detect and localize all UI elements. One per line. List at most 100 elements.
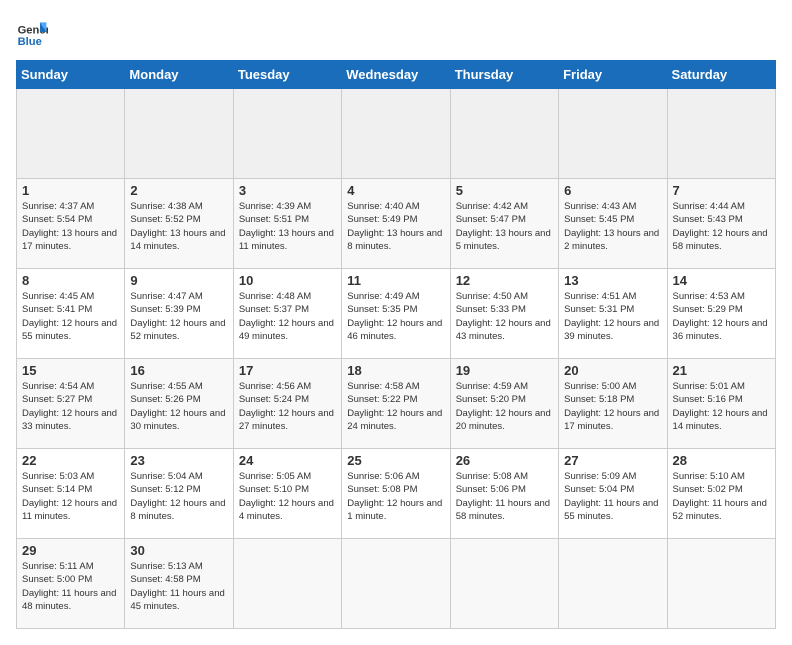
logo-icon: General Blue <box>16 16 48 48</box>
calendar-cell: 5 Sunrise: 4:42 AMSunset: 5:47 PMDaylight… <box>450 179 558 269</box>
day-info: Sunrise: 4:50 AMSunset: 5:33 PMDaylight:… <box>456 290 553 343</box>
day-of-week-friday: Friday <box>559 61 667 89</box>
calendar-cell: 10 Sunrise: 4:48 AMSunset: 5:37 PMDayligh… <box>233 269 341 359</box>
day-info: Sunrise: 5:08 AMSunset: 5:06 PMDaylight:… <box>456 470 553 523</box>
calendar-cell <box>342 539 450 629</box>
day-info: Sunrise: 4:48 AMSunset: 5:37 PMDaylight:… <box>239 290 336 343</box>
day-number: 2 <box>130 183 227 198</box>
calendar-table: SundayMondayTuesdayWednesdayThursdayFrid… <box>16 60 776 629</box>
calendar-week-5: 22Sunrise: 5:03 AMSunset: 5:14 PMDayligh… <box>17 449 776 539</box>
calendar-week-4: 15 Sunrise: 4:54 AMSunset: 5:27 PMDayligh… <box>17 359 776 449</box>
day-info: Sunrise: 4:55 AMSunset: 5:26 PMDaylight:… <box>130 380 227 433</box>
calendar-cell <box>17 89 125 179</box>
calendar-cell: 7Sunrise: 4:44 AMSunset: 5:43 PMDaylight… <box>667 179 775 269</box>
day-info: Sunrise: 5:05 AMSunset: 5:10 PMDaylight:… <box>239 470 336 523</box>
day-number: 22 <box>22 453 119 468</box>
day-number: 6 <box>564 183 661 198</box>
calendar-cell <box>559 89 667 179</box>
day-number: 29 <box>22 543 119 558</box>
day-of-week-sunday: Sunday <box>17 61 125 89</box>
day-number: 25 <box>347 453 444 468</box>
calendar-header-row: SundayMondayTuesdayWednesdayThursdayFrid… <box>17 61 776 89</box>
calendar-cell: 6 Sunrise: 4:43 AMSunset: 5:45 PMDaylight… <box>559 179 667 269</box>
day-number: 7 <box>673 183 770 198</box>
calendar-cell: 9Sunrise: 4:47 AMSunset: 5:39 PMDaylight… <box>125 269 233 359</box>
day-number: 3 <box>239 183 336 198</box>
day-number: 27 <box>564 453 661 468</box>
calendar-cell: 4 Sunrise: 4:40 AMSunset: 5:49 PMDaylight… <box>342 179 450 269</box>
day-info: Sunrise: 4:56 AMSunset: 5:24 PMDaylight:… <box>239 380 336 433</box>
day-number: 20 <box>564 363 661 378</box>
calendar-cell: 23 Sunrise: 5:04 AMSunset: 5:12 PMDayligh… <box>125 449 233 539</box>
day-info: Sunrise: 5:11 AMSunset: 5:00 PMDaylight:… <box>22 560 119 613</box>
day-info: Sunrise: 4:40 AMSunset: 5:49 PMDaylight:… <box>347 200 444 253</box>
calendar-cell: 20Sunrise: 5:00 AMSunset: 5:18 PMDayligh… <box>559 359 667 449</box>
calendar-cell: 3 Sunrise: 4:39 AMSunset: 5:51 PMDaylight… <box>233 179 341 269</box>
day-info: Sunrise: 5:04 AMSunset: 5:12 PMDaylight:… <box>130 470 227 523</box>
day-number: 18 <box>347 363 444 378</box>
calendar-cell <box>125 89 233 179</box>
day-of-week-tuesday: Tuesday <box>233 61 341 89</box>
calendar-cell: 8Sunrise: 4:45 AMSunset: 5:41 PMDaylight… <box>17 269 125 359</box>
day-info: Sunrise: 4:38 AMSunset: 5:52 PMDaylight:… <box>130 200 227 253</box>
calendar-cell <box>559 539 667 629</box>
calendar-cell: 25 Sunrise: 5:06 AMSunset: 5:08 PMDayligh… <box>342 449 450 539</box>
day-number: 28 <box>673 453 770 468</box>
day-info: Sunrise: 4:58 AMSunset: 5:22 PMDaylight:… <box>347 380 444 433</box>
calendar-cell: 27Sunrise: 5:09 AMSunset: 5:04 PMDayligh… <box>559 449 667 539</box>
day-info: Sunrise: 4:59 AMSunset: 5:20 PMDaylight:… <box>456 380 553 433</box>
calendar-cell: 15 Sunrise: 4:54 AMSunset: 5:27 PMDayligh… <box>17 359 125 449</box>
day-info: Sunrise: 5:06 AMSunset: 5:08 PMDaylight:… <box>347 470 444 523</box>
calendar-week-6: 29 Sunrise: 5:11 AMSunset: 5:00 PMDayligh… <box>17 539 776 629</box>
calendar-cell <box>667 89 775 179</box>
day-info: Sunrise: 4:47 AMSunset: 5:39 PMDaylight:… <box>130 290 227 343</box>
calendar-cell: 11Sunrise: 4:49 AMSunset: 5:35 PMDayligh… <box>342 269 450 359</box>
day-info: Sunrise: 4:54 AMSunset: 5:27 PMDaylight:… <box>22 380 119 433</box>
day-of-week-saturday: Saturday <box>667 61 775 89</box>
day-number: 26 <box>456 453 553 468</box>
day-number: 14 <box>673 273 770 288</box>
calendar-cell: 29 Sunrise: 5:11 AMSunset: 5:00 PMDayligh… <box>17 539 125 629</box>
day-number: 4 <box>347 183 444 198</box>
day-info: Sunrise: 4:51 AMSunset: 5:31 PMDaylight:… <box>564 290 661 343</box>
day-info: Sunrise: 4:39 AMSunset: 5:51 PMDaylight:… <box>239 200 336 253</box>
day-info: Sunrise: 5:01 AMSunset: 5:16 PMDaylight:… <box>673 380 770 433</box>
calendar-cell: 21 Sunrise: 5:01 AMSunset: 5:16 PMDayligh… <box>667 359 775 449</box>
day-info: Sunrise: 4:53 AMSunset: 5:29 PMDaylight:… <box>673 290 770 343</box>
calendar-cell: 26 Sunrise: 5:08 AMSunset: 5:06 PMDayligh… <box>450 449 558 539</box>
day-number: 1 <box>22 183 119 198</box>
day-info: Sunrise: 4:43 AMSunset: 5:45 PMDaylight:… <box>564 200 661 253</box>
day-info: Sunrise: 4:42 AMSunset: 5:47 PMDaylight:… <box>456 200 553 253</box>
calendar-cell <box>450 89 558 179</box>
day-info: Sunrise: 5:10 AMSunset: 5:02 PMDaylight:… <box>673 470 770 523</box>
day-info: Sunrise: 4:49 AMSunset: 5:35 PMDaylight:… <box>347 290 444 343</box>
day-number: 19 <box>456 363 553 378</box>
day-number: 12 <box>456 273 553 288</box>
calendar-cell: 13 Sunrise: 4:51 AMSunset: 5:31 PMDayligh… <box>559 269 667 359</box>
day-number: 13 <box>564 273 661 288</box>
calendar-cell: 2 Sunrise: 4:38 AMSunset: 5:52 PMDaylight… <box>125 179 233 269</box>
calendar-week-1 <box>17 89 776 179</box>
calendar-cell <box>233 89 341 179</box>
day-number: 24 <box>239 453 336 468</box>
day-of-week-wednesday: Wednesday <box>342 61 450 89</box>
calendar-cell: 22Sunrise: 5:03 AMSunset: 5:14 PMDayligh… <box>17 449 125 539</box>
calendar-cell: 17Sunrise: 4:56 AMSunset: 5:24 PMDayligh… <box>233 359 341 449</box>
calendar-cell: 30Sunrise: 5:13 AMSunset: 4:58 PMDayligh… <box>125 539 233 629</box>
calendar-cell: 19 Sunrise: 4:59 AMSunset: 5:20 PMDayligh… <box>450 359 558 449</box>
day-number: 21 <box>673 363 770 378</box>
day-info: Sunrise: 5:13 AMSunset: 4:58 PMDaylight:… <box>130 560 227 613</box>
day-number: 5 <box>456 183 553 198</box>
calendar-cell: 24 Sunrise: 5:05 AMSunset: 5:10 PMDayligh… <box>233 449 341 539</box>
calendar-cell <box>667 539 775 629</box>
day-number: 16 <box>130 363 227 378</box>
day-number: 8 <box>22 273 119 288</box>
calendar-cell: 1Sunrise: 4:37 AMSunset: 5:54 PMDaylight… <box>17 179 125 269</box>
day-of-week-thursday: Thursday <box>450 61 558 89</box>
calendar-week-2: 1Sunrise: 4:37 AMSunset: 5:54 PMDaylight… <box>17 179 776 269</box>
calendar-week-3: 8Sunrise: 4:45 AMSunset: 5:41 PMDaylight… <box>17 269 776 359</box>
day-number: 23 <box>130 453 227 468</box>
day-number: 15 <box>22 363 119 378</box>
calendar-cell <box>233 539 341 629</box>
day-number: 10 <box>239 273 336 288</box>
